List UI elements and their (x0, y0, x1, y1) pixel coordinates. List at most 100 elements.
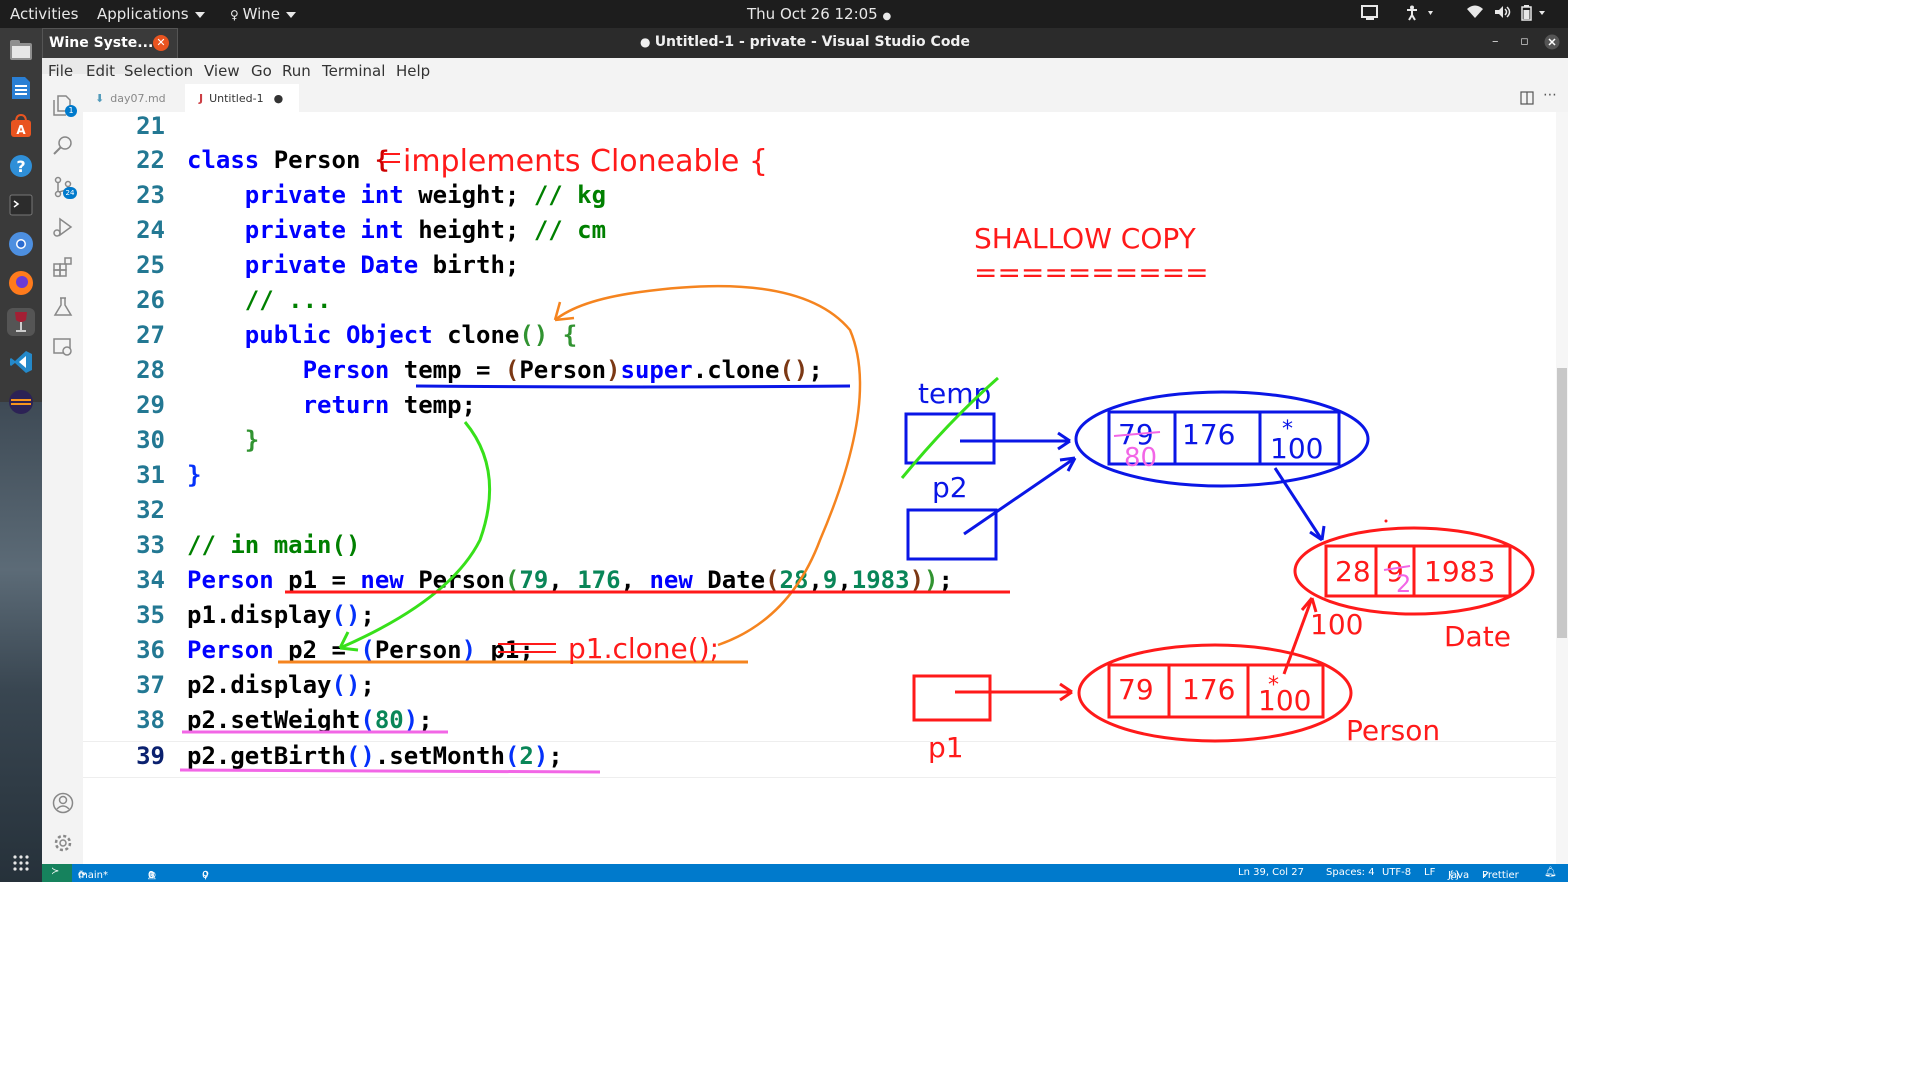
line-number: 32 (136, 496, 165, 524)
wine-glass-icon: ♀ (230, 8, 243, 22)
settings-gear-icon[interactable] (52, 832, 74, 854)
terminal-icon[interactable] (7, 191, 35, 219)
show-applications-icon[interactable] (12, 854, 30, 872)
indentation-status[interactable]: Spaces: 4 (1326, 867, 1375, 878)
close-icon[interactable]: ✕ (153, 35, 169, 51)
line-number: 35 (136, 601, 165, 629)
menu-terminal[interactable]: Terminal (322, 62, 385, 80)
line-number: 27 (136, 321, 165, 349)
svg-text:?: ? (16, 157, 25, 176)
applications-label: Applications (97, 5, 189, 23)
explorer-badge: 1 (65, 105, 77, 117)
code-editor[interactable]: 21 22 class Person { 23 private int weigh… (83, 112, 1556, 864)
eclipse-icon[interactable] (7, 388, 35, 416)
line-number: 36 (136, 636, 165, 664)
unsaved-dot-icon[interactable]: ● (274, 92, 284, 105)
line-number: 38 (136, 706, 165, 734)
close-button[interactable] (1544, 34, 1560, 54)
firefox-icon[interactable] (7, 269, 35, 297)
wallpaper (0, 402, 42, 882)
code-line-current[interactable]: 39 p2.getBirth().setMonth(2); (83, 741, 1556, 778)
minimize-button[interactable]: – (1492, 34, 1499, 49)
line-number: 26 (136, 286, 165, 314)
tab-day07-md[interactable]: ⬇ day07.md (83, 84, 195, 112)
tab-label: day07.md (110, 91, 166, 105)
warning-count: 0 (148, 870, 155, 881)
line-number: 23 (136, 181, 165, 209)
cursor-position[interactable]: Ln 39, Col 27 (1238, 867, 1304, 878)
scrollbar-thumb[interactable] (1557, 368, 1567, 638)
eol-status[interactable]: LF (1424, 867, 1435, 878)
java-icon: J (199, 91, 204, 105)
chromium-icon[interactable] (7, 230, 35, 258)
search-icon[interactable] (52, 134, 74, 156)
screen-icon[interactable] (1360, 5, 1380, 25)
volume-icon[interactable] (1494, 5, 1512, 23)
writer-icon[interactable] (7, 74, 35, 102)
wine-system-tray-popup[interactable]: Wine Syste... ✕ (42, 28, 178, 60)
battery-icon[interactable] (1520, 5, 1550, 25)
help-icon[interactable]: ? (7, 152, 35, 180)
account-icon[interactable] (52, 792, 74, 814)
line-number: 37 (136, 671, 165, 699)
line-number: 25 (136, 251, 165, 279)
line-number: 30 (136, 426, 165, 454)
window-title: ● Untitled-1 - private - Visual Studio C… (42, 34, 1568, 50)
menu-bar: File Edit Selection View Go Run Terminal… (42, 58, 1568, 84)
menu-run[interactable]: Run (282, 62, 311, 80)
tab-untitled-1[interactable]: J Untitled-1 ● (185, 84, 299, 112)
editor-scrollbar[interactable] (1556, 112, 1568, 864)
menu-file[interactable]: File (48, 62, 73, 80)
wine-app-icon[interactable] (7, 308, 35, 336)
menu-edit[interactable]: Edit (86, 62, 115, 80)
gnome-top-bar: Activities Applications ♀ Wine Thu Oct 2… (0, 0, 1568, 28)
prettier-label: Prettier (1482, 870, 1519, 881)
remote-indicator[interactable]: ≻ (42, 864, 72, 882)
source-control-icon[interactable]: 24 (52, 176, 77, 199)
more-actions-icon[interactable]: ⋯ (1543, 87, 1557, 103)
remote-icon: ≻ (51, 866, 60, 877)
line-number: 29 (136, 391, 165, 419)
menu-help[interactable]: Help (396, 62, 430, 80)
applications-menu[interactable]: Applications (97, 5, 205, 23)
wine-menu[interactable]: ♀ Wine (230, 5, 297, 23)
unsaved-dot-icon: ● (640, 35, 655, 49)
markdown-icon: ⬇ (95, 91, 105, 105)
accessibility-icon[interactable] (1406, 5, 1436, 25)
testing-icon[interactable] (52, 296, 74, 318)
line-number: 22 (136, 146, 165, 174)
status-bar: ≻ ᚴ main* ⟳ ⊗ 0 △ 0 ⚲ 0 Ln 39, Col 27 Space… (42, 864, 1568, 882)
menu-go[interactable]: Go (251, 62, 272, 80)
line-number: 21 (136, 112, 165, 140)
activity-bar: 1 24 (42, 84, 84, 864)
line-number: 31 (136, 461, 165, 489)
remote-explorer-icon[interactable] (52, 336, 74, 358)
ubuntu-dock: A ? (0, 28, 42, 882)
maximize-button[interactable]: ▫ (1520, 34, 1529, 49)
wifi-icon[interactable] (1466, 5, 1484, 23)
run-debug-icon[interactable] (52, 216, 74, 238)
software-center-icon[interactable]: A (7, 112, 35, 140)
clock-label: Thu Oct 26 12:05 (747, 5, 878, 23)
menu-selection[interactable]: Selection (124, 62, 193, 80)
chevron-down-icon (286, 11, 297, 18)
scm-badge: 24 (63, 187, 77, 199)
activities-button[interactable]: Activities (10, 5, 78, 23)
language-label: Java (1448, 870, 1470, 881)
encoding-status[interactable]: UTF-8 (1382, 867, 1411, 878)
split-editor-icon[interactable] (1520, 90, 1534, 109)
window-title-bar[interactable]: ● Untitled-1 - private - Visual Studio C… (42, 28, 1568, 58)
files-icon[interactable] (7, 36, 35, 64)
clock[interactable]: Thu Oct 26 12:05 ● (747, 5, 891, 23)
extensions-icon[interactable] (52, 256, 74, 278)
dot-icon: ● (882, 11, 892, 22)
chevron-down-icon (194, 11, 205, 18)
editor-tabs: ⬇ day07.md J Untitled-1 ● ⋯ (83, 84, 1568, 112)
line-number: 28 (136, 356, 165, 384)
tab-label: Untitled-1 (209, 91, 264, 105)
explorer-icon[interactable]: 1 (52, 94, 77, 117)
vscode-icon[interactable] (7, 348, 35, 376)
menu-view[interactable]: View (204, 62, 240, 80)
line-number: 33 (136, 531, 165, 559)
notifications-icon[interactable]: 🔔︎ (1544, 867, 1557, 878)
